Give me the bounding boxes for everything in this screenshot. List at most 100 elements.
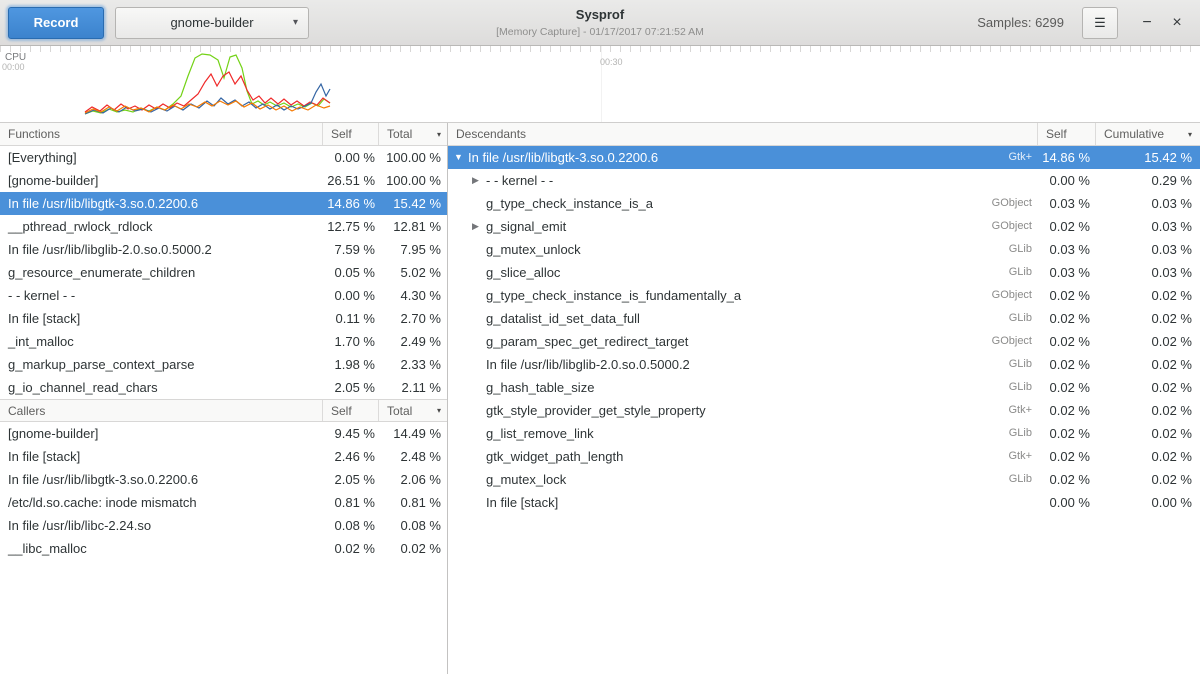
table-row[interactable]: ▼ In file /usr/lib/libgtk-3.so.0.2200.6 … — [448, 146, 1200, 169]
table-row[interactable]: In file /usr/lib/libgtk-3.so.0.2200.6 2.… — [0, 468, 447, 491]
table-row[interactable]: In file [stack] 2.46 % 2.48 % — [0, 445, 447, 468]
table-row[interactable]: [gnome-builder] 9.45 % 14.49 % — [0, 422, 447, 445]
total-percent: 7.95 % — [379, 238, 447, 261]
table-row[interactable]: g_io_channel_read_chars 2.05 % 2.11 % — [0, 376, 447, 399]
self-percent: 0.02 % — [1038, 330, 1096, 353]
table-row[interactable]: g_mutex_lock GLib 0.02 % 0.02 % — [448, 468, 1200, 491]
descendants-table-body: ▼ In file /usr/lib/libgtk-3.so.0.2200.6 … — [448, 146, 1200, 514]
column-header-total[interactable]: Total ▾ — [379, 400, 447, 421]
tree-indent — [454, 479, 472, 480]
cumulative-percent: 0.03 % — [1096, 261, 1200, 284]
total-percent: 0.81 % — [379, 491, 447, 514]
table-row[interactable]: g_slice_alloc GLib 0.03 % 0.03 % — [448, 261, 1200, 284]
function-name: g_datalist_id_set_data_full — [486, 307, 640, 330]
function-name: In file /usr/lib/libglib-2.0.so.0.5000.2 — [0, 238, 323, 261]
total-percent: 14.49 % — [379, 422, 447, 445]
function-name: g_io_channel_read_chars — [0, 376, 323, 399]
table-row[interactable]: gtk_widget_path_length Gtk+ 0.02 % 0.02 … — [448, 445, 1200, 468]
record-button[interactable]: Record — [8, 7, 104, 39]
table-row[interactable]: _int_malloc 1.70 % 2.49 % — [0, 330, 447, 353]
process-selector-dropdown[interactable]: gnome-builder ▾ — [115, 7, 309, 39]
library-badge: GLib — [974, 261, 1038, 284]
function-name: [gnome-builder] — [0, 169, 323, 192]
table-row[interactable]: g_type_check_instance_is_a GObject 0.03 … — [448, 192, 1200, 215]
column-header-self[interactable]: Self — [1038, 123, 1096, 145]
minimize-button[interactable]: − — [1132, 8, 1162, 38]
column-header-callers[interactable]: Callers — [0, 400, 323, 421]
close-button[interactable]: × — [1162, 8, 1192, 38]
table-row[interactable]: In file /usr/lib/libglib-2.0.so.0.5000.2… — [0, 238, 447, 261]
self-percent: 0.00 % — [323, 146, 379, 169]
total-percent: 2.33 % — [379, 353, 447, 376]
function-name: [gnome-builder] — [0, 422, 323, 445]
library-badge: GObject — [974, 192, 1038, 215]
self-percent: 9.45 % — [323, 422, 379, 445]
table-row[interactable]: [Everything] 0.00 % 100.00 % — [0, 146, 447, 169]
column-header-cumulative[interactable]: Cumulative ▾ — [1096, 123, 1200, 145]
column-header-functions[interactable]: Functions — [0, 123, 323, 145]
total-percent: 0.08 % — [379, 514, 447, 537]
total-percent: 15.42 % — [379, 192, 447, 215]
table-row[interactable]: In file [stack] 0.00 % 0.00 % — [448, 491, 1200, 514]
table-row[interactable]: __libc_malloc 0.02 % 0.02 % — [0, 537, 447, 560]
table-row[interactable]: g_markup_parse_context_parse 1.98 % 2.33… — [0, 353, 447, 376]
table-row[interactable]: In file /usr/lib/libc-2.24.so 0.08 % 0.0… — [0, 514, 447, 537]
table-row[interactable]: In file [stack] 0.11 % 2.70 % — [0, 307, 447, 330]
column-header-descendants[interactable]: Descendants — [448, 123, 1038, 145]
column-header-total-label: Total — [387, 404, 412, 418]
table-row[interactable]: In file /usr/lib/libglib-2.0.so.0.5000.2… — [448, 353, 1200, 376]
self-percent: 0.02 % — [1038, 399, 1096, 422]
tree-indent — [454, 272, 472, 273]
table-row[interactable]: g_resource_enumerate_children 0.05 % 5.0… — [0, 261, 447, 284]
library-badge: GObject — [974, 215, 1038, 238]
table-row[interactable]: ▶ - - kernel - - 0.00 % 0.29 % — [448, 169, 1200, 192]
descendant-name-cell: g_hash_table_size — [448, 376, 974, 399]
table-row[interactable]: [gnome-builder] 26.51 % 100.00 % — [0, 169, 447, 192]
tree-expander-icon[interactable]: ▶ — [472, 215, 486, 238]
total-percent: 100.00 % — [379, 146, 447, 169]
table-row[interactable]: ▶ g_signal_emit GObject 0.02 % 0.03 % — [448, 215, 1200, 238]
descendant-name-cell: g_mutex_lock — [448, 468, 974, 491]
self-percent: 1.98 % — [323, 353, 379, 376]
function-name: _int_malloc — [0, 330, 323, 353]
total-percent: 100.00 % — [379, 169, 447, 192]
cpu-line-blue — [85, 84, 330, 114]
column-header-self[interactable]: Self — [323, 123, 379, 145]
function-name: /etc/ld.so.cache: inode mismatch — [0, 491, 323, 514]
table-row[interactable]: g_type_check_instance_is_fundamentally_a… — [448, 284, 1200, 307]
table-row[interactable]: g_mutex_unlock GLib 0.03 % 0.03 % — [448, 238, 1200, 261]
table-row[interactable]: __pthread_rwlock_rdlock 12.75 % 12.81 % — [0, 215, 447, 238]
descendant-name-cell: g_slice_alloc — [448, 261, 974, 284]
sort-indicator-icon: ▾ — [437, 406, 441, 415]
self-percent: 0.03 % — [1038, 261, 1096, 284]
table-row[interactable]: - - kernel - - 0.00 % 4.30 % — [0, 284, 447, 307]
tree-indent — [454, 226, 472, 227]
table-row[interactable]: g_hash_table_size GLib 0.02 % 0.02 % — [448, 376, 1200, 399]
table-row[interactable]: gtk_style_provider_get_style_property Gt… — [448, 399, 1200, 422]
column-header-self[interactable]: Self — [323, 400, 379, 421]
library-badge: Gtk+ — [974, 445, 1038, 468]
column-header-total[interactable]: Total ▾ — [379, 123, 447, 145]
cpu-graph[interactable]: CPU 00:00 00:30 — [0, 46, 1200, 123]
function-name: In file /usr/lib/libgtk-3.so.0.2200.6 — [0, 468, 323, 491]
table-row[interactable]: g_datalist_id_set_data_full GLib 0.02 % … — [448, 307, 1200, 330]
cpu-usage-lines — [0, 46, 1200, 123]
menu-button[interactable]: ☰ — [1082, 7, 1118, 39]
tree-expander-icon[interactable]: ▼ — [454, 146, 468, 169]
self-percent: 2.46 % — [323, 445, 379, 468]
table-row[interactable]: g_list_remove_link GLib 0.02 % 0.02 % — [448, 422, 1200, 445]
window-controls: − × — [1132, 8, 1192, 38]
cumulative-percent: 0.02 % — [1096, 422, 1200, 445]
tree-indent — [454, 341, 472, 342]
table-row[interactable]: g_param_spec_get_redirect_target GObject… — [448, 330, 1200, 353]
total-percent: 12.81 % — [379, 215, 447, 238]
descendant-name-cell: gtk_style_provider_get_style_property — [448, 399, 974, 422]
tree-indent — [454, 387, 472, 388]
tree-indent — [454, 318, 472, 319]
table-row[interactable]: /etc/ld.so.cache: inode mismatch 0.81 % … — [0, 491, 447, 514]
column-header-cumulative-label: Cumulative — [1104, 127, 1164, 141]
tree-expander-icon[interactable]: ▶ — [472, 169, 486, 192]
library-badge: GLib — [974, 468, 1038, 491]
table-row[interactable]: In file /usr/lib/libgtk-3.so.0.2200.6 14… — [0, 192, 447, 215]
self-percent: 14.86 % — [1038, 146, 1096, 169]
